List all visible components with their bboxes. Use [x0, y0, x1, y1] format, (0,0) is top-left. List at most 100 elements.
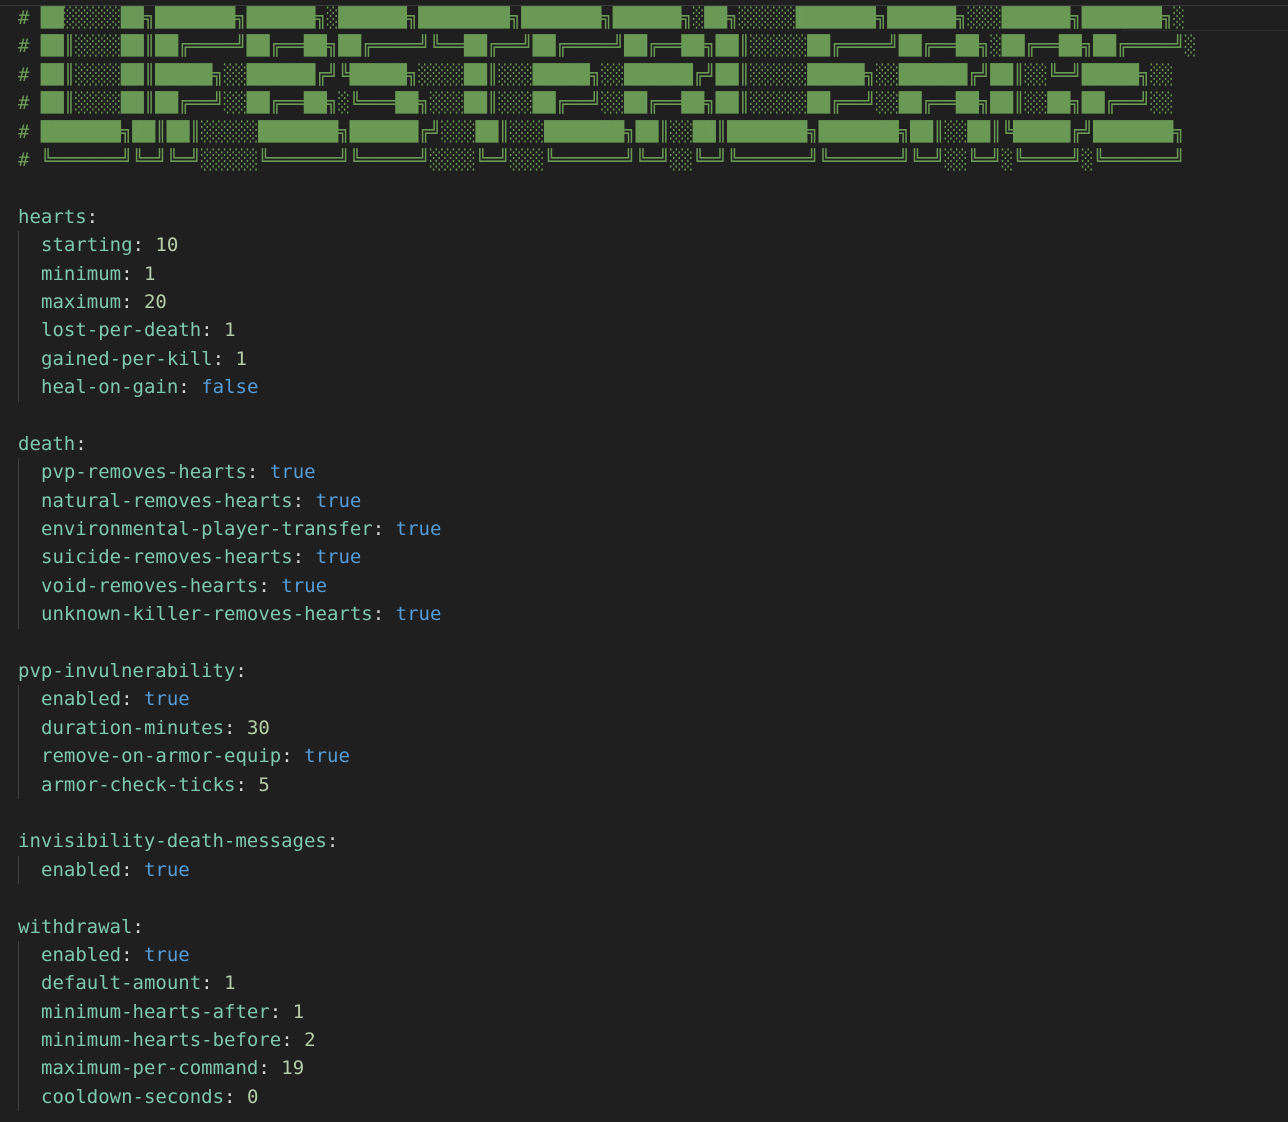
colon: :	[269, 1000, 282, 1023]
colon: :	[121, 290, 133, 313]
config-entry-gained-per-kill[interactable]: gained-per-kill: 1	[18, 345, 1278, 373]
entry-value: 20	[143, 290, 167, 313]
entry-value: 5	[258, 773, 270, 796]
comment-marker: #	[18, 7, 30, 29]
entry-key: minimum-hearts-before	[41, 1029, 282, 1052]
entry-key: remove-on-armor-equip	[41, 745, 282, 768]
banner-line: # ██║░░░░██║██╔════╝██╔══██╗██╔════╝╚══█…	[18, 32, 1278, 60]
section-key: withdrawal	[18, 915, 133, 938]
entry-value: 1	[224, 319, 236, 342]
colon: :	[224, 1085, 236, 1108]
config-entry-heal-on-gain[interactable]: heal-on-gain: false	[18, 373, 1278, 401]
banner-line: # ╚══════╝╚═╝╚═╝░░░░░╚══════╝╚═════╝░░░░…	[18, 146, 1278, 174]
entry-value: 2	[304, 1029, 316, 1052]
entry-value: 1	[235, 347, 247, 370]
colon: :	[372, 518, 385, 541]
entry-key: duration-minutes	[41, 716, 225, 739]
section-header[interactable]: withdrawal:	[18, 913, 1278, 941]
section-header[interactable]: pvp-invulnerability:	[18, 657, 1278, 685]
config-entry-enabled[interactable]: enabled: true	[18, 941, 1278, 969]
config-entry-lost-per-death[interactable]: lost-per-death: 1	[18, 316, 1278, 344]
config-entry-suicide-removes-hearts[interactable]: suicide-removes-hearts: true	[18, 543, 1278, 571]
section-header[interactable]: death:	[18, 430, 1278, 458]
colon: :	[212, 347, 225, 370]
code-editor[interactable]: # ██░░░░░██╗███████╗██████╗░██████╗█████…	[18, 4, 1278, 1112]
section-key: invisibility-death-messages	[18, 830, 327, 853]
config-entry-enabled[interactable]: enabled: true	[18, 856, 1278, 884]
yaml-config: hearts: starting: 10 minimum: 1 maximum: 20…	[18, 174, 1278, 1112]
entry-key: gained-per-kill	[41, 347, 213, 370]
entry-value: true	[143, 858, 190, 881]
config-entry-environmental-player-transfer[interactable]: environmental-player-transfer: true	[18, 515, 1278, 543]
config-entry-default-amount[interactable]: default-amount: 1	[18, 969, 1278, 997]
colon: :	[121, 943, 133, 966]
entry-value: false	[201, 376, 259, 399]
section-body: enabled: true duration-minutes: 30 remove-…	[18, 685, 1278, 799]
colon: :	[224, 716, 236, 739]
config-entry-maximum[interactable]: maximum: 20	[18, 288, 1278, 316]
config-entry-minimum-hearts-after[interactable]: minimum-hearts-after: 1	[18, 998, 1278, 1026]
config-entry-armor-check-ticks[interactable]: armor-check-ticks: 5	[18, 771, 1278, 799]
entry-value: 19	[281, 1057, 305, 1080]
colon: :	[235, 659, 247, 682]
colon: :	[246, 461, 259, 484]
entry-key: armor-check-ticks	[41, 773, 236, 796]
config-entry-unknown-killer-removes-hearts[interactable]: unknown-killer-removes-hearts: true	[18, 600, 1278, 628]
banner-art: ██║░░░░██║██╔════╝██╔══██╗██╔════╝╚══██╔…	[40, 35, 1197, 58]
entry-value: true	[395, 603, 442, 626]
config-entry-void-removes-hearts[interactable]: void-removes-hearts: true	[18, 572, 1278, 600]
entry-value: true	[315, 546, 362, 569]
colon: :	[258, 574, 270, 597]
colon: :	[372, 603, 385, 626]
config-section-hearts: hearts: starting: 10 minimum: 1 maximum: 20…	[18, 203, 1278, 402]
colon: :	[75, 432, 87, 455]
colon: :	[292, 546, 305, 569]
entry-key: minimum-hearts-after	[41, 1000, 270, 1023]
banner-line: # ███████╗██║██║░░░░░███████╗██████╔╝░░░…	[18, 118, 1278, 146]
config-section-invisibility-death-messages: invisibility-death-messages: enabled: tru…	[18, 827, 1278, 885]
banner-art: ██░░░░░██╗███████╗██████╗░██████╗███████…	[40, 7, 1185, 29]
section-body: enabled: true	[18, 855, 1278, 885]
entry-value: 30	[246, 716, 270, 739]
entry-key: maximum	[41, 290, 122, 313]
colon: :	[281, 745, 293, 768]
config-section-pvp-invulnerability: pvp-invulnerability: enabled: true duratio…	[18, 657, 1278, 799]
config-entry-duration-minutes[interactable]: duration-minutes: 30	[18, 714, 1278, 742]
section-header[interactable]: invisibility-death-messages:	[18, 827, 1278, 855]
entry-key: cooldown-seconds	[41, 1085, 225, 1108]
config-entry-minimum-hearts-before[interactable]: minimum-hearts-before: 2	[18, 1026, 1278, 1054]
colon: :	[235, 773, 247, 796]
comment-marker: #	[18, 148, 30, 171]
config-entry-starting[interactable]: starting: 10	[18, 231, 1278, 259]
config-entry-minimum[interactable]: minimum: 1	[18, 260, 1278, 288]
config-entry-cooldown-seconds[interactable]: cooldown-seconds: 0	[18, 1083, 1278, 1111]
section-body: starting: 10 minimum: 1 maximum: 20 lost-pe…	[18, 231, 1278, 402]
config-entry-natural-removes-hearts[interactable]: natural-removes-hearts: true	[18, 487, 1278, 515]
comment-marker: #	[18, 92, 30, 115]
comment-marker: #	[18, 35, 30, 58]
config-entry-remove-on-armor-equip[interactable]: remove-on-armor-equip: true	[18, 742, 1278, 770]
section-header[interactable]: hearts:	[18, 203, 1278, 231]
section-body: pvp-removes-hearts: true natural-removes-…	[18, 458, 1278, 629]
entry-key: suicide-removes-hearts	[41, 546, 293, 569]
config-entry-maximum-per-command[interactable]: maximum-per-command: 19	[18, 1054, 1278, 1082]
config-entry-pvp-removes-hearts[interactable]: pvp-removes-hearts: true	[18, 458, 1278, 486]
colon: :	[121, 858, 133, 881]
entry-key: unknown-killer-removes-hearts	[41, 603, 373, 626]
colon: :	[178, 376, 190, 399]
config-entry-enabled[interactable]: enabled: true	[18, 685, 1278, 713]
entry-key: enabled	[41, 943, 122, 966]
banner-art: ███████╗██║██║░░░░░███████╗██████╔╝░░░██…	[40, 120, 1185, 143]
section-key: death	[18, 432, 76, 455]
entry-value: true	[269, 461, 316, 484]
colon: :	[86, 205, 99, 228]
config-section-withdrawal: withdrawal: enabled: true default-amount: …	[18, 913, 1278, 1112]
colon: :	[326, 830, 339, 853]
entry-key: starting	[41, 234, 133, 257]
colon: :	[201, 319, 213, 342]
entry-key: natural-removes-hearts	[41, 489, 293, 512]
entry-key: environmental-player-transfer	[41, 518, 373, 541]
entry-key: maximum-per-command	[41, 1057, 259, 1080]
